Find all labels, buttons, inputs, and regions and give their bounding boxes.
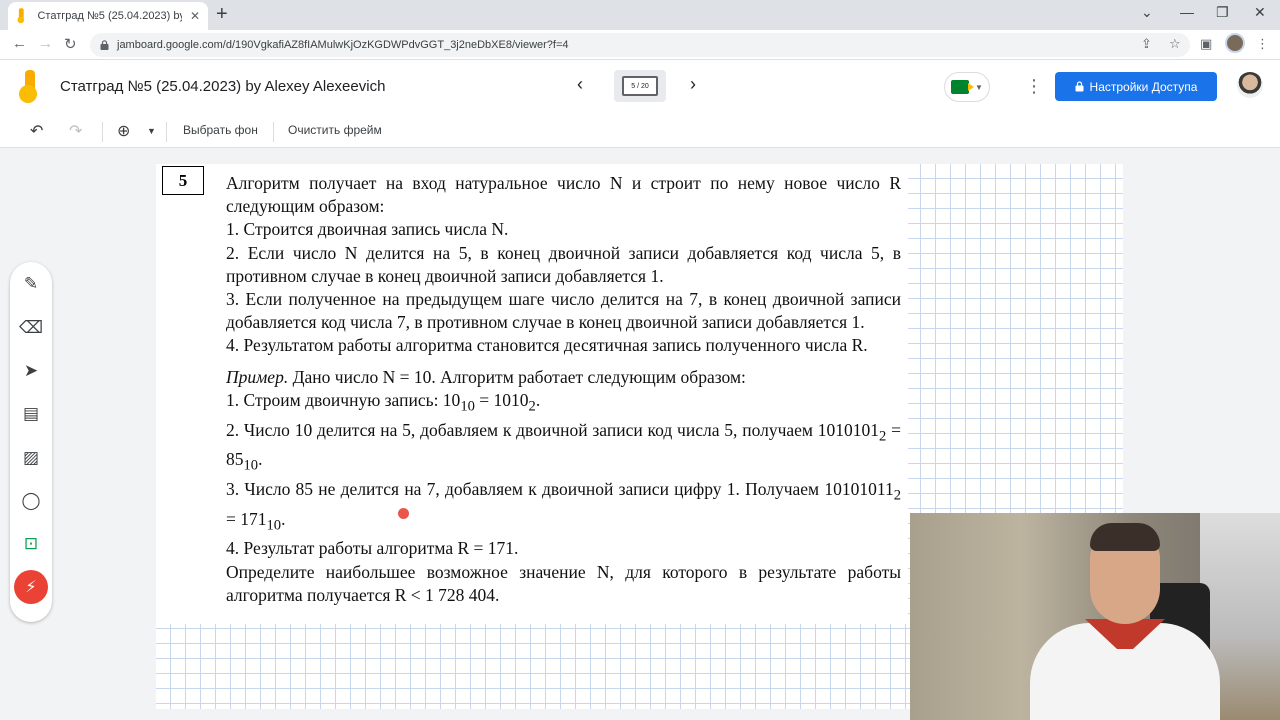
zoom-icon[interactable]: ⊕ — [117, 121, 130, 141]
undo-icon[interactable]: ↶ — [30, 121, 43, 141]
task-number: 5 — [162, 166, 204, 195]
browser-tab-bar: Статград №5 (25.04.2023) by Alexey Alexe… — [0, 0, 1280, 30]
example-step-1-result: = 1010 — [474, 389, 529, 410]
prev-frame-icon[interactable]: ‹ — [577, 74, 583, 95]
sticky-note-icon[interactable]: ▤ — [21, 404, 41, 424]
task-question: Определите наибольшее возможное значение… — [226, 561, 901, 605]
task-image: 5 Алгоритм получает на вход натуральное … — [156, 164, 908, 624]
page-indicator: 5 / 20 — [622, 76, 658, 96]
subscript: 2 — [893, 487, 901, 504]
example-intro: Пример. Дано число N = 10. Алгоритм рабо… — [226, 366, 901, 389]
jamboard-toolbar: ↶ ↷ ⊕ ▼ Выбрать фон Очистить фрейм — [0, 114, 1280, 148]
task-intro: Алгоритм получает на вход натуральное чи… — [226, 173, 901, 217]
subscript: 10 — [243, 457, 259, 474]
laser-pointer-dot — [398, 508, 409, 519]
url-text[interactable]: jamboard.google.com/d/190VgkafiAZ8fIAMul… — [117, 39, 569, 51]
laser-icon[interactable]: ⚡ — [14, 570, 48, 604]
minimize-icon[interactable]: — — [1180, 4, 1194, 20]
cursor-icon[interactable]: ➤ — [21, 361, 41, 381]
next-frame-icon[interactable]: › — [690, 74, 696, 95]
subscript: 10 — [266, 517, 282, 534]
frame-bar-toggle[interactable]: 5 / 20 — [614, 70, 666, 102]
task-step-3: 3. Если полученное на предыдущем шаге чи… — [226, 289, 901, 333]
caret-down-icon: ▼ — [975, 82, 983, 92]
share-page-icon[interactable]: ⇪ — [1141, 36, 1152, 52]
toolbar-divider — [102, 122, 103, 142]
app-header: Статград №5 (25.04.2023) by Alexey Alexe… — [0, 60, 1280, 114]
toolbar-divider — [273, 122, 274, 142]
example-step-3: 3. Число 85 не делится на 7, добавляем к… — [226, 478, 901, 534]
example-step-3-result: = 171 — [226, 508, 267, 529]
forward-icon[interactable]: → — [38, 35, 53, 52]
lock-icon — [100, 40, 109, 50]
eraser-icon[interactable]: ⌫ — [19, 318, 43, 338]
omnibox[interactable]: jamboard.google.com/d/190VgkafiAZ8fIAMul… — [90, 33, 1190, 57]
pen-icon[interactable]: ✎ — [21, 274, 41, 294]
tab-title: Статград №5 (25.04.2023) by Alexey Alexe… — [37, 10, 181, 22]
browser-profile-avatar[interactable] — [1225, 33, 1245, 53]
webcam-overlay — [910, 513, 1280, 720]
example-intro-text: Дано число N = 10. Алгоритм работает сле… — [292, 366, 746, 387]
example-step-3-text: 3. Число 85 не делится на 7, добавляем к… — [226, 478, 894, 499]
meet-button[interactable]: ▼ — [944, 72, 990, 102]
more-options-icon[interactable]: ⋮ — [1025, 76, 1043, 97]
reload-icon[interactable]: ↻ — [64, 35, 77, 53]
jamboard-favicon-icon — [17, 8, 25, 24]
task-step-2: 2. Если число N делится на 5, в конец дв… — [226, 242, 901, 286]
document-title[interactable]: Статград №5 (25.04.2023) by Alexey Alexe… — [60, 78, 385, 95]
chrome-menu-icon[interactable]: ⋮ — [1256, 36, 1269, 52]
subscript: 10 — [460, 398, 475, 415]
example-step-2: 2. Число 10 делится на 5, добавляем к дв… — [226, 419, 901, 474]
tab-close-icon[interactable]: ✕ — [190, 9, 200, 23]
close-window-icon[interactable]: ✕ — [1254, 4, 1266, 21]
address-bar-row: ← → ↻ jamboard.google.com/d/190VgkafiAZ8… — [0, 30, 1280, 60]
example-step-1: 1. Строим двоичную запись: 1010 = 10102. — [226, 389, 541, 415]
side-panel-icon[interactable]: ▣ — [1200, 36, 1212, 52]
zoom-dropdown-icon[interactable]: ▼ — [147, 126, 156, 136]
task-step-1: 1. Строится двоичная запись числа N. — [226, 219, 509, 240]
share-settings-button[interactable]: Настройки Доступа — [1055, 72, 1217, 101]
toolbar-divider — [166, 122, 167, 142]
user-avatar[interactable] — [1237, 72, 1263, 98]
example-step-1-text: 1. Строим двоичную запись: 10 — [226, 389, 461, 410]
set-background-button[interactable]: Выбрать фон — [183, 123, 258, 137]
new-tab-icon[interactable]: + — [216, 4, 228, 24]
example-step-4: 4. Результат работы алгоритма R = 171. — [226, 538, 519, 559]
image-icon[interactable]: ▨ — [21, 448, 41, 468]
textbox-icon[interactable]: ⊡ — [21, 534, 41, 554]
example-word: Пример. — [226, 366, 289, 387]
maximize-icon[interactable]: ❐ — [1216, 4, 1229, 21]
clear-frame-button[interactable]: Очистить фрейм — [288, 123, 382, 137]
webcam-presenter-hair — [1090, 523, 1160, 551]
meet-icon — [951, 80, 975, 94]
task-text: Алгоритм получает на вход натуральное чи… — [226, 172, 901, 607]
bookmark-star-icon[interactable]: ☆ — [1169, 36, 1181, 52]
tab-search-icon[interactable]: ⌄ — [1141, 4, 1153, 21]
subscript: 2 — [528, 398, 536, 415]
redo-icon[interactable]: ↷ — [69, 121, 82, 141]
back-icon[interactable]: ← — [12, 35, 27, 52]
jamboard-logo-icon — [19, 70, 37, 103]
task-step-4: 4. Результатом работы алгоритма становит… — [226, 335, 868, 356]
lock-icon — [1075, 81, 1084, 92]
side-toolbar: ✎ ⌫ ➤ ▤ ▨ ◯ ⊡ ⚡ — [10, 262, 52, 622]
example-step-2-text: 2. Число 10 делится на 5, добавляем к дв… — [226, 419, 880, 440]
circle-icon[interactable]: ◯ — [21, 491, 41, 511]
share-button-label: Настройки Доступа — [1089, 79, 1198, 94]
browser-tab[interactable]: Статград №5 (25.04.2023) by Alexey Alexe… — [8, 2, 208, 30]
